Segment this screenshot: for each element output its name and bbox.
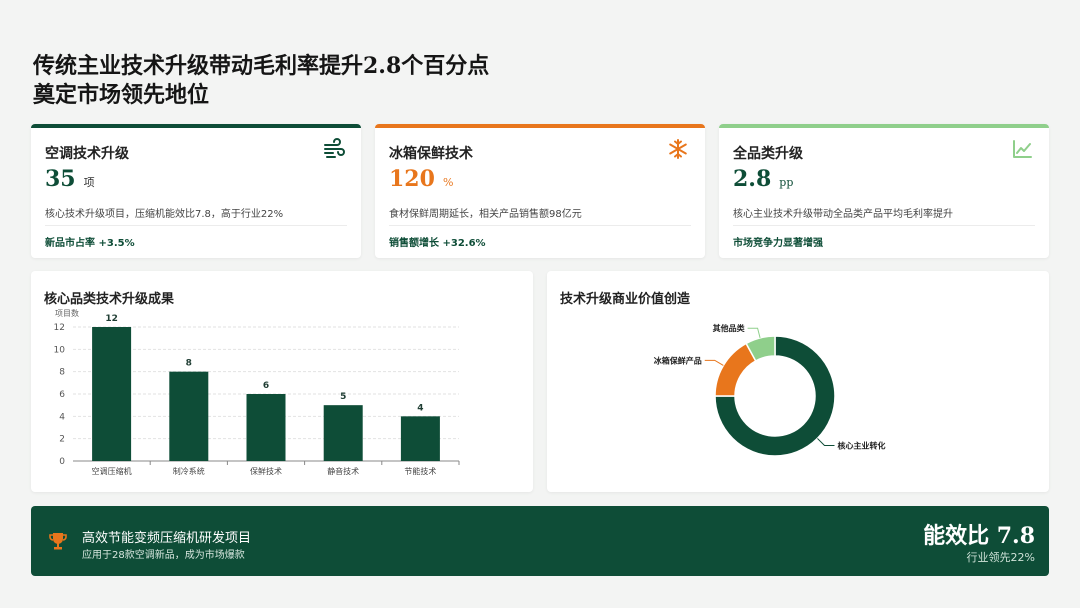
y-tick-label: 8 [59,368,65,378]
card-unit: 项 [83,176,95,189]
card-unit: % [442,176,454,189]
card-name: 空调技术升级 [45,146,129,162]
card-accent-bar [31,124,361,128]
y-tick-label: 0 [59,457,65,467]
card-value-number: 35 [45,166,76,192]
bar-chart: 项目数 0 2 4 6 8 10 12 12 空调压缩机 8 制冷系统 6 保鲜技术 5 静音技术 4 节能技术 [54,308,460,476]
card-desc: 食材保鲜周期延长，相关产品销售额98亿元 [389,209,582,220]
card-unit: pp [779,176,794,189]
y-axis-label: 项目数 [55,308,79,318]
card-foot: 市场竞争力显著增强 [733,238,823,249]
y-tick-label: 10 [54,345,66,355]
card-name: 冰箱保鲜技术 [389,146,473,162]
card-foot: 新品市占率 +3.5% [45,238,135,249]
donut-label: 其他品类 [713,323,745,333]
bar-value-label: 12 [105,314,118,324]
card-value: 2.8 pp [733,166,793,192]
snowflake-icon [669,139,687,159]
banner-metric-sub: 行业领先22% [966,551,1035,564]
x-tick-label: 空调压缩机 [92,466,132,476]
bar [323,405,363,461]
y-tick-label: 12 [54,323,65,333]
bar-value-label: 8 [186,359,192,369]
x-tick-label: 节能技术 [404,466,436,476]
banner-title: 高效节能变频压缩机研发项目 [82,531,252,546]
card-accent-bar [375,124,705,128]
x-tick-label: 制冷系统 [173,466,205,476]
bar [92,327,132,461]
line-chart-icon [1013,140,1032,158]
card-name: 全品类升级 [733,146,803,162]
bar-value-label: 6 [263,381,269,391]
card-accent-bar [719,124,1049,128]
donut-chart: 核心主业转化 冰箱保鲜产品 其他品类 [654,323,885,457]
kpi-card-allcategory: 全品类升级 2.8 pp 核心主业技术升级带动全品类产品平均毛利率提升 市场竞争力… [719,124,1049,258]
highlight-banner: 高效节能变频压缩机研发项目 应用于28款空调新品，成为市场爆款 能效比 7.8 … [31,506,1049,576]
card-foot: 销售额增长 +32.6% [389,238,486,249]
page-title-line1: 传统主业技术升级带动毛利率提升2.8个百分点 [33,53,490,79]
card-value-number: 120 [389,166,435,192]
page-title: 传统主业技术升级带动毛利率提升2.8个百分点 奠定市场领先地位 [33,52,489,110]
card-divider [389,225,691,226]
donut-leader-line [747,327,761,339]
donut-leader-line [817,438,835,446]
bar [246,394,286,461]
card-desc: 核心技术升级项目，压缩机能效比7.8，高于行业22% [45,209,284,220]
bar [400,416,440,461]
card-desc: 核心主业技术升级带动全品类产品平均毛利率提升 [733,209,953,220]
y-tick-label: 2 [59,435,65,445]
kpi-card-fridge: 冰箱保鲜技术 120% 食材保鲜周期延长，相关产品销售额98亿元 销售额增长 +… [375,124,705,258]
y-tick-label: 4 [59,412,65,422]
donut-leader-line [704,359,724,366]
bar-chart-panel: 核心品类技术升级成果 项目数 0 2 4 6 8 10 12 12 空调压缩机 8 制冷系统 6 保鲜技术… [31,271,533,492]
card-value: 35 项 [45,166,95,192]
donut-chart-panel: 技术升级商业价值创造 核心主业转化 冰箱保鲜产品 其他品类 [547,271,1049,492]
bar-value-label: 5 [340,392,346,402]
bar [169,371,209,461]
bar-value-label: 4 [417,403,423,413]
card-value-number: 2.8 [733,166,772,192]
card-divider [733,225,1035,226]
donut-label: 冰箱保鲜产品 [654,355,702,365]
banner-subtitle: 应用于28款空调新品，成为市场爆款 [82,550,245,561]
x-tick-label: 静音技术 [327,466,359,476]
donut-label: 核心主业转化 [837,440,885,450]
x-tick-label: 保鲜技术 [250,466,282,476]
y-tick-label: 6 [59,390,65,400]
page-title-line2: 奠定市场领先地位 [33,82,210,108]
card-divider [45,225,347,226]
kpi-card-ac: 空调技术升级 35 项 核心技术升级项目，压缩机能效比7.8，高于行业22% 新品… [31,124,361,258]
card-value: 120% [389,166,453,192]
banner-metric: 能效比 7.8 [923,523,1035,549]
wind-icon [324,138,345,158]
trophy-icon [49,533,67,550]
